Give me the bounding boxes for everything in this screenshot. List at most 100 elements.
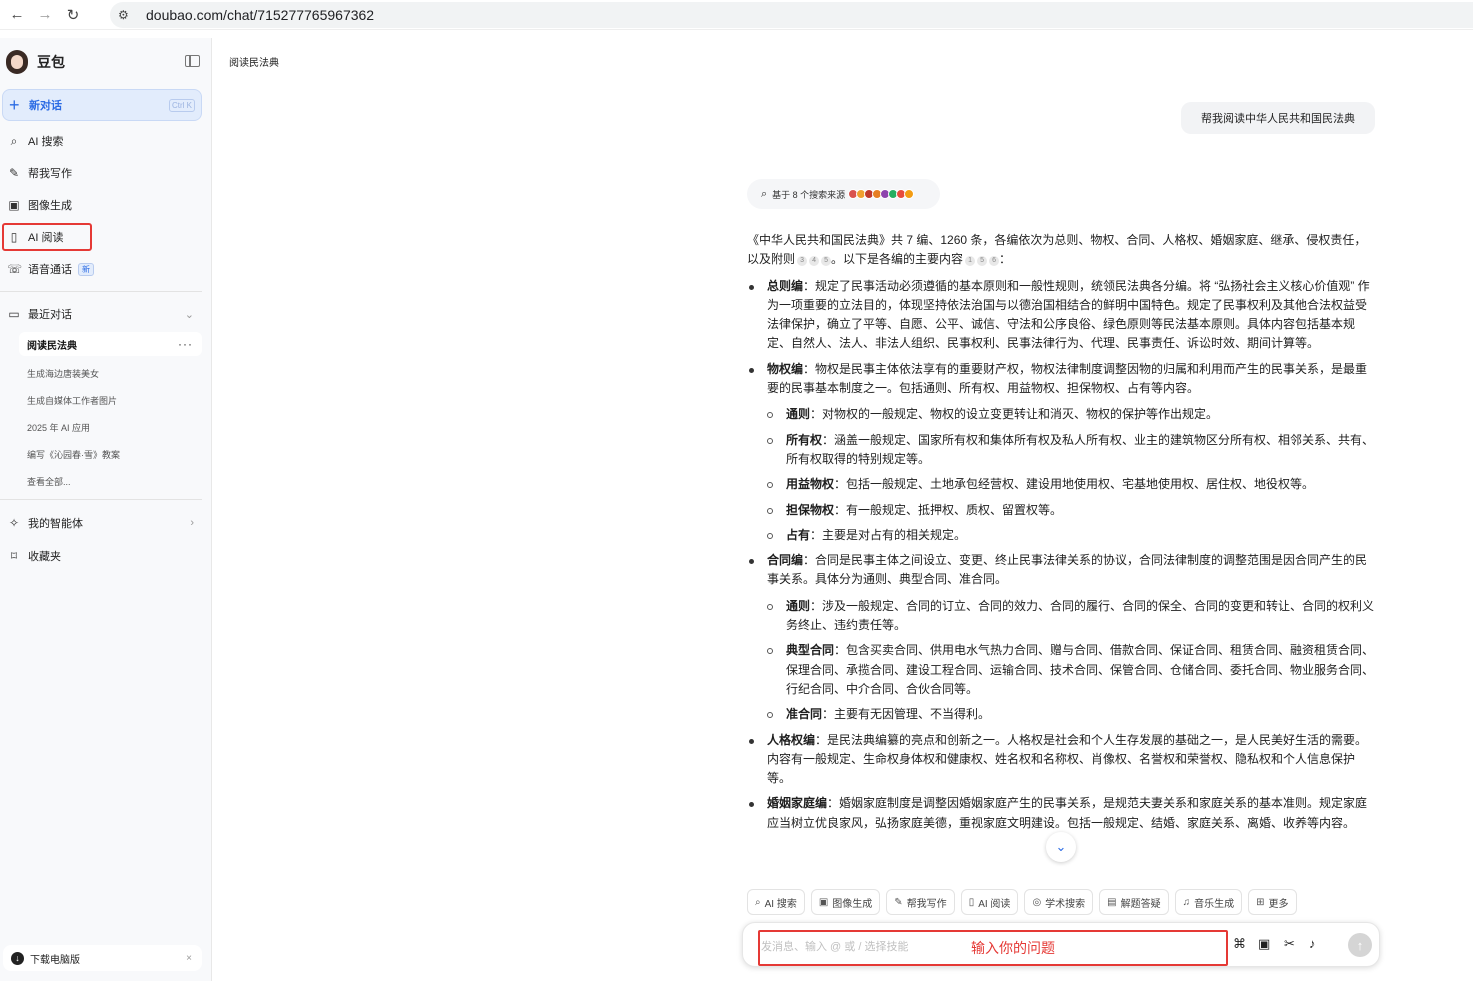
answer-intro: 《中华人民共和国民法典》共 7 编、1260 条，各编依次为总则、物权、合同、人… — [747, 231, 1377, 270]
sub-title: 通则 — [786, 598, 811, 613]
skill-writing[interactable]: ✎ 帮我写作 — [886, 889, 955, 915]
reload-icon[interactable]: ↻ — [62, 4, 84, 26]
section-text: ：合同是民事主体之间设立、变更、终止民事法律关系的协议，合同法律制度的调整范围是… — [767, 553, 1368, 587]
more-options-icon[interactable]: ··· — [178, 337, 193, 351]
search-icon: ⌕ — [755, 896, 761, 908]
history-item[interactable]: 2025 年 AI 应用 — [27, 421, 90, 434]
sidebar-item-label: 收藏夹 — [28, 551, 61, 563]
citation-badge[interactable]: 1 — [965, 256, 976, 267]
music-icon: ♫ — [1182, 896, 1191, 908]
list-item: 人格权编：是民法典编纂的亮点和创新之一。人格权是社会和个人生存发展的基础之一，是… — [747, 731, 1377, 789]
sources-label: 基于 8 个搜索来源 — [772, 189, 846, 200]
skill-label: AI 阅读 — [978, 898, 1011, 910]
sidebar-collapse-icon[interactable] — [185, 55, 200, 67]
history-item[interactable]: 编写《沁园春·雪》教案 — [27, 448, 120, 461]
sub-list-item: 典型合同：包含买卖合同、供用电水气热力合同、赠与合同、借款合同、保证合同、租赁合… — [747, 641, 1377, 699]
brand-name: 豆包 — [37, 54, 65, 70]
back-icon[interactable]: ← — [6, 4, 28, 26]
logo-avatar — [6, 50, 28, 74]
answer-fade — [740, 868, 1380, 886]
download-label: 下载电脑版 — [30, 954, 80, 966]
section-title: 物权编 — [767, 361, 804, 376]
skill-label: 音乐生成 — [1194, 898, 1235, 910]
sidebar-item-image-gen[interactable]: ▣ 图像生成 — [0, 193, 212, 217]
citation-badge[interactable]: 4 — [809, 256, 820, 267]
sparkle-icon: ✧ — [8, 516, 20, 530]
skill-label: 更多 — [1268, 898, 1289, 910]
chat-icon: ▭ — [8, 307, 20, 321]
scroll-to-bottom-button[interactable]: ⌄ — [1046, 832, 1076, 862]
skill-more[interactable]: ⊞ 更多 — [1248, 889, 1297, 915]
attachment-icon[interactable]: ⌘ — [1233, 936, 1246, 952]
section-title: 婚姻家庭编 — [767, 796, 828, 811]
download-desktop-button[interactable]: ↓ 下载电脑版 × — [3, 945, 202, 971]
chevron-down-icon[interactable]: ⌄ — [185, 308, 194, 321]
skill-label: 帮我写作 — [906, 898, 947, 910]
citation-badge[interactable]: 6 — [989, 256, 1000, 267]
new-chat-button[interactable]: + 新对话 Ctrl K — [2, 89, 202, 121]
skill-ai-search[interactable]: ⌕ AI 搜索 — [747, 889, 805, 915]
history-item[interactable]: 生成自媒体工作者图片 — [27, 394, 117, 407]
brand[interactable]: 豆包 — [6, 50, 65, 74]
history-item-active[interactable]: 阅读民法典 ··· — [19, 332, 202, 356]
message-input-box[interactable]: 发消息、输入 @ 或 / 选择技能 输入你的问题 ⌘ ▣ ✂ ♪ ↑ — [742, 922, 1380, 967]
search-icon: ⌕ — [10, 133, 18, 148]
sidebar-item-label: 语音通话 — [28, 264, 72, 276]
skill-label: 图像生成 — [832, 898, 873, 910]
phone-icon: ☏ — [7, 262, 23, 276]
sub-title: 占有 — [786, 527, 811, 542]
citation-badge[interactable]: 5 — [977, 256, 988, 267]
shortcut-hint: Ctrl K — [169, 98, 195, 112]
address-bar[interactable]: ⚙ doubao.com/chat/715277765967362 — [110, 2, 1473, 28]
sub-list-item: 用益物权：包括一般规定、土地承包经营权、建设用地使用权、宅基地使用权、居住权、地… — [747, 475, 1377, 494]
skill-academic-search[interactable]: ◎ 学术搜索 — [1024, 889, 1094, 915]
citation-badge[interactable]: 3 — [797, 256, 808, 267]
recent-chats-header[interactable]: ▭ 最近对话 ⌄ — [0, 302, 212, 326]
forward-icon[interactable]: → — [34, 4, 56, 26]
skill-problem-solving[interactable]: ▤ 解题答疑 — [1099, 889, 1169, 915]
citation-badge[interactable]: 5 — [821, 256, 832, 267]
sidebar-item-label: 我的智能体 — [28, 518, 83, 530]
sub-text: ：有一般规定、抵押权、质权、留置权等。 — [834, 502, 1063, 517]
sub-list-item: 通则：涉及一般规定、合同的订立、合同的效力、合同的履行、合同的保全、合同的变更和… — [747, 597, 1377, 636]
history-item-label: 阅读民法典 — [27, 340, 77, 352]
view-all-link[interactable]: 查看全部... — [27, 475, 71, 488]
sub-list-item: 占有：主要是对占有的相关规定。 — [747, 526, 1377, 545]
sidebar-item-label: 图像生成 — [28, 200, 72, 212]
sub-text: ：涵盖一般规定、国家所有权和集体所有权及私人所有权、业主的建筑物区分所有权、相邻… — [786, 432, 1375, 466]
skill-music-gen[interactable]: ♫ 音乐生成 — [1174, 889, 1243, 915]
download-icon: ↓ — [11, 951, 24, 965]
section-text: ：是民法典编纂的亮点和创新之一。人格权是社会和个人生存发展的基础之一，是人民美好… — [767, 732, 1368, 786]
sidebar: 豆包 + 新对话 Ctrl K ⌕ AI 搜索 ✎ 帮我写作 ▣ 图像生成 ▯ … — [0, 38, 212, 981]
academic-icon: ◎ — [1032, 896, 1042, 908]
search-sources-chip[interactable]: ⌕ 基于 8 个搜索来源 — [747, 179, 940, 209]
send-button[interactable]: ↑ — [1348, 933, 1372, 957]
skill-label: AI 搜索 — [764, 898, 797, 910]
recent-chats-label: 最近对话 — [28, 309, 72, 321]
sidebar-item-ai-search[interactable]: ⌕ AI 搜索 — [0, 129, 212, 153]
skill-image-gen[interactable]: ▣ 图像生成 — [810, 889, 881, 915]
site-settings-icon[interactable]: ⚙ — [118, 8, 140, 22]
sidebar-item-writing[interactable]: ✎ 帮我写作 — [0, 161, 212, 185]
url-text: doubao.com/chat/715277765967362 — [146, 7, 375, 23]
browser-toolbar: ← → ↻ ⚙ doubao.com/chat/715277765967362 — [0, 0, 1473, 30]
pen-icon: ✎ — [8, 166, 20, 180]
sub-title: 典型合同 — [786, 643, 835, 658]
section-title: 总则编 — [767, 278, 804, 293]
sidebar-item-voice-call[interactable]: ☏ 语音通话 新 — [0, 257, 212, 281]
source-favicons — [848, 189, 915, 199]
microphone-icon[interactable]: ♪ — [1309, 936, 1316, 951]
sidebar-item-label: 帮我写作 — [28, 168, 72, 180]
close-icon[interactable]: × — [186, 953, 192, 964]
plus-icon: + — [9, 94, 20, 115]
list-item: 总则编：规定了民事活动必须遵循的基本原则和一般性规则，统领民法典各分编。将 “弘… — [747, 277, 1377, 354]
sidebar-item-favorites[interactable]: ⌑ 收藏夹 — [0, 544, 212, 568]
history-item[interactable]: 生成海边唐装美女 — [27, 367, 99, 380]
sidebar-item-my-agents[interactable]: ✧ 我的智能体 › — [0, 511, 212, 535]
sub-list-item: 担保物权：有一般规定、抵押权、质权、留置权等。 — [747, 501, 1377, 520]
intro-text: 。以下是各编的主要内容 — [831, 252, 964, 267]
camera-icon[interactable]: ▣ — [1258, 936, 1270, 952]
scissors-icon[interactable]: ✂ — [1284, 936, 1295, 952]
skill-ai-reading[interactable]: ▯ AI 阅读 — [960, 889, 1019, 915]
sub-text: ：主要有无因管理、不当得利。 — [822, 707, 991, 722]
